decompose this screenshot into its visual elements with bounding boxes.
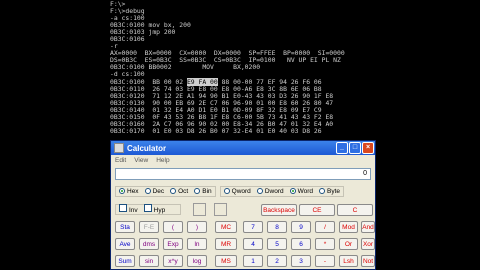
hyp-checkbox[interactable]: Hyp <box>143 204 166 214</box>
menu-bar: Edit View Help <box>111 155 375 165</box>
key-button[interactable]: ( <box>163 221 183 233</box>
console-line: 0B3C:0170 01 E0 03 D8 26 B0 07 32-E4 01 … <box>110 126 322 135</box>
inv-checkbox[interactable]: Inv <box>119 204 138 214</box>
key-button[interactable]: Sum <box>115 255 135 267</box>
radio-qword[interactable]: Qword <box>223 187 251 195</box>
paren-indicator <box>214 202 227 216</box>
key-button[interactable]: ln <box>187 238 207 250</box>
close-icon[interactable]: × <box>362 142 374 154</box>
screenshot-frame: F:\> F:\>debug -a cs:100 0B3C:0100 mov bx, … <box>108 0 378 270</box>
key-button[interactable]: Not <box>361 255 375 267</box>
menu-help[interactable]: Help <box>156 157 169 164</box>
radio-dot-icon <box>170 188 177 194</box>
key-button[interactable]: log <box>187 255 207 267</box>
key-button[interactable]: F-E <box>139 221 159 233</box>
key-button[interactable]: - <box>315 255 335 267</box>
key-button[interactable]: MS <box>215 255 237 267</box>
inv-label: Inv <box>129 207 138 214</box>
radio-label: Oct <box>178 187 189 195</box>
key-button[interactable]: 2 <box>267 255 287 267</box>
key-button[interactable]: ) <box>187 221 207 233</box>
radio-label: Word <box>297 187 314 195</box>
word-radio-group: Qword Dword Word Byte <box>219 185 345 197</box>
radio-dot-icon <box>289 188 296 194</box>
radio-dot-icon <box>119 188 125 194</box>
calculator-icon <box>114 143 124 153</box>
radio-dot-icon <box>319 188 326 194</box>
key-button[interactable]: Ave <box>115 238 135 250</box>
console-line: 0B3C:0100 BB0002 MOV BX,0200 <box>110 63 261 72</box>
radio-dot-icon <box>194 188 201 194</box>
radio-dot-icon <box>223 188 230 194</box>
key-button[interactable]: 8 <box>267 221 287 233</box>
radio-label: Dword <box>264 187 284 195</box>
radio-bin[interactable]: Bin <box>194 187 212 195</box>
radio-label: Bin <box>202 187 212 195</box>
key-button[interactable]: MC <box>215 221 237 233</box>
hyp-label: Hyp <box>153 207 166 214</box>
key-button[interactable]: Exp <box>163 238 183 250</box>
ce-button[interactable]: CE <box>299 204 335 216</box>
memory-indicator <box>193 202 206 216</box>
base-radio-group: Hex Dec Oct Bin <box>115 185 216 197</box>
console-line: F:\>debug <box>110 7 145 16</box>
radio-oct[interactable]: Oct <box>170 188 188 195</box>
key-button[interactable]: 4 <box>243 238 263 250</box>
checkbox-icon <box>143 204 152 212</box>
key-button[interactable]: / <box>315 221 335 233</box>
radio-label: Hex <box>127 187 139 195</box>
radio-label: Byte <box>327 187 341 195</box>
radio-dot-icon <box>144 188 151 194</box>
key-button[interactable]: Sta <box>115 221 135 233</box>
key-button[interactable]: x^y <box>163 255 183 267</box>
console-line: 0B3C:0103 jmp 200 <box>110 28 176 37</box>
maximize-icon[interactable]: □ <box>349 142 361 154</box>
window-title: Calculator <box>127 143 167 153</box>
key-button[interactable]: MR <box>215 238 237 250</box>
radio-word[interactable]: Word <box>289 187 314 195</box>
key-button[interactable]: 9 <box>291 221 311 233</box>
radio-row: Hex Dec Oct Bin Qword Dword Word Byte <box>115 185 348 197</box>
dos-console-window: F:\> F:\>debug -a cs:100 0B3C:0100 mov bx, … <box>108 0 378 140</box>
key-button[interactable]: Or <box>339 238 358 250</box>
c-button[interactable]: C <box>337 204 373 216</box>
console-line: F:\> <box>110 0 126 8</box>
key-button[interactable]: * <box>315 238 335 250</box>
console-line: 0B3C:0106 <box>110 35 145 44</box>
radio-label: Dec <box>152 187 165 195</box>
checkbox-icon <box>119 204 127 212</box>
inv-hyp-group: Inv Hyp <box>115 203 181 215</box>
key-button[interactable]: 3 <box>291 255 311 267</box>
key-button[interactable]: 7 <box>243 221 263 233</box>
calculator-window: Calculator _ □ × Edit View Help 0 Hex De… <box>110 140 376 270</box>
menu-edit[interactable]: Edit <box>115 157 126 164</box>
key-button[interactable]: dms <box>139 238 159 250</box>
radio-dot-icon <box>256 188 263 194</box>
key-button[interactable]: 1 <box>243 255 263 267</box>
key-button[interactable]: Mod <box>339 221 358 233</box>
radio-hex[interactable]: Hex <box>119 188 139 195</box>
key-button[interactable]: Xor <box>361 238 375 250</box>
radio-byte[interactable]: Byte <box>319 188 340 195</box>
key-button[interactable]: 5 <box>267 238 287 250</box>
menu-view[interactable]: View <box>134 157 148 164</box>
minimize-icon[interactable]: _ <box>336 142 348 154</box>
radio-dec[interactable]: Dec <box>144 187 165 195</box>
backspace-button[interactable]: Backspace <box>261 204 297 216</box>
calculator-display: 0 <box>115 168 371 180</box>
key-button[interactable]: Lsh <box>339 255 358 267</box>
key-button[interactable]: sin <box>139 255 159 267</box>
calculator-titlebar[interactable]: Calculator _ □ × <box>111 141 375 155</box>
key-button[interactable]: And <box>361 221 375 233</box>
key-button[interactable]: 6 <box>291 238 311 250</box>
radio-label: Qword <box>231 187 251 195</box>
radio-dword[interactable]: Dword <box>256 187 284 195</box>
